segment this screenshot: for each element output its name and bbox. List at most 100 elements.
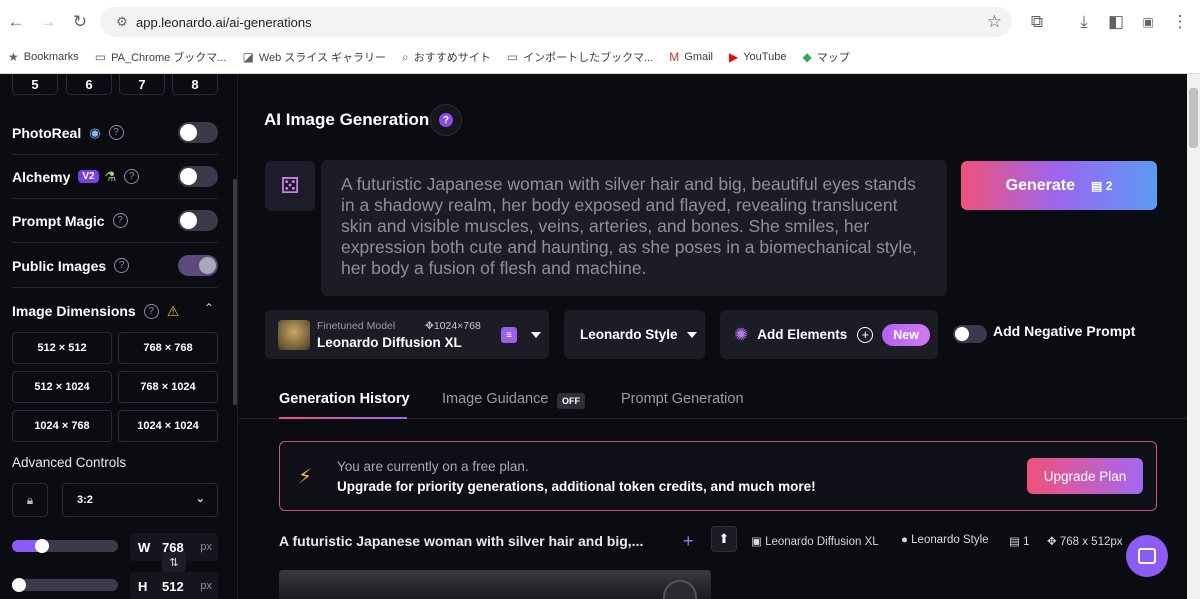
prompt-magic-label: Prompt Magic xyxy=(12,212,105,229)
url-text: app.leonardo.ai/ai-generations xyxy=(136,14,312,30)
guidance-off-badge: OFF xyxy=(557,393,585,409)
download-icon[interactable]: ⤓ xyxy=(1072,10,1096,34)
width-slider[interactable] xyxy=(12,539,118,553)
help-icon: ? xyxy=(439,113,453,127)
bookmark-item[interactable]: ▶ YouTube xyxy=(729,48,786,66)
help-icon[interactable]: ? xyxy=(143,303,159,319)
prompt-input[interactable]: A futuristic Japanese woman with silver … xyxy=(321,160,947,296)
prompt-magic-toggle[interactable] xyxy=(178,210,218,231)
banner-line-1: You are currently on a free plan. xyxy=(337,459,529,474)
menu-icon[interactable]: ⋮ xyxy=(1168,10,1192,34)
public-images-toggle[interactable] xyxy=(178,255,218,276)
upgrade-plan-button[interactable]: Upgrade Plan xyxy=(1027,458,1143,494)
dimension-button[interactable]: 768 × 1024 xyxy=(118,371,218,403)
dice-icon: ⚄ xyxy=(280,173,300,198)
help-icon[interactable]: ? xyxy=(124,169,140,184)
image-action-button[interactable] xyxy=(663,580,697,599)
image-dimensions-label: Image Dimensions xyxy=(12,303,136,319)
model-thumbnail xyxy=(278,320,310,350)
history-style: ● Leonardo Style xyxy=(901,534,989,546)
arrow-up-icon[interactable]: ⬆ xyxy=(711,526,737,552)
bookmark-item[interactable]: ▭ インポートしたブックマ... xyxy=(507,48,654,66)
bookmark-item[interactable]: ◆ マップ xyxy=(802,48,849,66)
slider-handle[interactable] xyxy=(12,578,26,592)
history-size: ✥ 768 x 512px xyxy=(1047,534,1123,548)
plus-icon: + xyxy=(857,326,874,343)
scrollbar-thumb[interactable] xyxy=(1189,88,1198,148)
bookmark-item[interactable]: ⌕ おすすめサイト xyxy=(402,48,491,66)
chat-support-button[interactable] xyxy=(1126,535,1168,577)
height-slider[interactable] xyxy=(12,578,118,592)
profile-avatar[interactable]: ▣ xyxy=(1136,10,1160,34)
upgrade-banner: ⚡︎ You are currently on a free plan. Upg… xyxy=(279,441,1157,511)
page-scrollbar[interactable] xyxy=(1187,74,1200,599)
random-prompt-button[interactable]: ⚄ xyxy=(265,161,315,211)
main-panel: AI Image Generation ? ⚄ A futuristic Jap… xyxy=(239,74,1187,599)
bookmark-item[interactable]: ▭ PA_Chrome ブックマ... xyxy=(95,48,227,66)
history-count-value: 1 xyxy=(1023,536,1030,548)
image-count-button[interactable]: 6 xyxy=(66,74,112,95)
dimension-button[interactable]: 512 × 512 xyxy=(12,332,112,364)
dimension-button[interactable]: 512 × 1024 xyxy=(12,371,112,403)
dimension-button[interactable]: 1024 × 1024 xyxy=(118,410,218,442)
generated-image-preview[interactable] xyxy=(279,570,711,599)
image-count-button[interactable]: 8 xyxy=(172,74,218,95)
model-resolution-value: 1024×768 xyxy=(433,320,481,332)
height-field[interactable]: H 512 px xyxy=(130,572,218,599)
image-count-button[interactable]: 7 xyxy=(119,74,165,95)
help-icon[interactable]: ? xyxy=(114,258,130,273)
alchemy-label: Alchemy xyxy=(12,168,71,185)
add-elements-button[interactable]: ✺ Add Elements + New xyxy=(720,310,938,359)
model-selector[interactable]: Finetuned Model ✥1024×768 Leonardo Diffu… xyxy=(265,310,549,359)
address-bar[interactable]: ⚙ app.leonardo.ai/ai-generations ☆ xyxy=(100,7,1012,37)
dimension-button[interactable]: 1024 × 768 xyxy=(12,410,112,442)
swap-dimensions-icon[interactable]: ⇅ xyxy=(162,552,186,572)
bookmark-item[interactable]: ◪ Web スライス ギャラリー xyxy=(242,48,386,66)
bookmark-star-icon[interactable]: ☆ xyxy=(987,12,1002,32)
model-type: Finetuned Model xyxy=(317,320,396,332)
tab-prompt-generation[interactable]: Prompt Generation xyxy=(621,391,744,407)
help-button[interactable]: ? xyxy=(430,104,462,136)
lock-ratio-button[interactable]: 🔒︎ xyxy=(12,483,48,517)
site-info-icon[interactable]: ⚙ xyxy=(108,14,136,30)
bookmarks-bar: ★ Bookmarks ▭ PA_Chrome ブックマ... ◪ Web スライス … xyxy=(0,48,866,66)
v2-badge: V2 xyxy=(78,170,99,183)
photoreal-toggle[interactable] xyxy=(178,122,218,143)
tab-generation-history[interactable]: Generation History xyxy=(279,391,410,407)
slider-handle[interactable] xyxy=(35,539,49,553)
toggle-knob xyxy=(199,257,216,274)
dimension-button[interactable]: 768 × 768 xyxy=(118,332,218,364)
history-prompt[interactable]: A futuristic Japanese woman with silver … xyxy=(279,533,643,549)
bookmark-item[interactable]: ★ Bookmarks xyxy=(8,48,79,66)
active-tab-indicator xyxy=(279,417,407,419)
help-icon[interactable]: ? xyxy=(112,213,128,228)
tab-image-guidance[interactable]: Image Guidance xyxy=(442,391,548,407)
public-images-row: Public Images ? xyxy=(12,244,218,288)
reload-icon[interactable]: ↻ xyxy=(68,10,92,34)
generate-label: Generate xyxy=(1005,176,1075,194)
drop-icon: ● xyxy=(901,534,908,546)
plus-icon[interactable]: + xyxy=(683,531,694,552)
extensions-icon[interactable]: ⧉ xyxy=(1025,10,1049,34)
sidebar-scrollbar[interactable] xyxy=(233,179,237,405)
alchemy-toggle[interactable] xyxy=(178,166,218,187)
chevron-up-icon[interactable]: ⌃ xyxy=(204,301,214,315)
aspect-ratio-select[interactable]: 3:2 ⌄ xyxy=(62,483,218,517)
images-icon: ▤ xyxy=(1009,536,1020,548)
height-label: H xyxy=(138,579,148,594)
negative-prompt-toggle[interactable] xyxy=(953,325,987,343)
star-icon: ★ xyxy=(8,50,19,64)
style-select[interactable]: Leonardo Style xyxy=(564,310,705,359)
toggle-knob xyxy=(180,212,197,229)
forward-icon[interactable]: → xyxy=(36,10,60,34)
image-count-button[interactable]: 5 xyxy=(12,74,58,95)
lightning-icon: ⚡︎ xyxy=(298,466,313,488)
side-panel-icon[interactable]: ◧ xyxy=(1104,10,1128,34)
generate-button[interactable]: Generate ▤ 2 xyxy=(961,161,1157,210)
bookmark-item[interactable]: M Gmail xyxy=(669,48,713,66)
model-resolution: ✥1024×768 xyxy=(425,320,481,332)
help-icon[interactable]: ? xyxy=(108,125,124,140)
back-icon[interactable]: ← xyxy=(4,10,28,34)
public-images-label: Public Images xyxy=(12,257,107,274)
edit-model-icon[interactable]: ≡ xyxy=(501,327,517,343)
